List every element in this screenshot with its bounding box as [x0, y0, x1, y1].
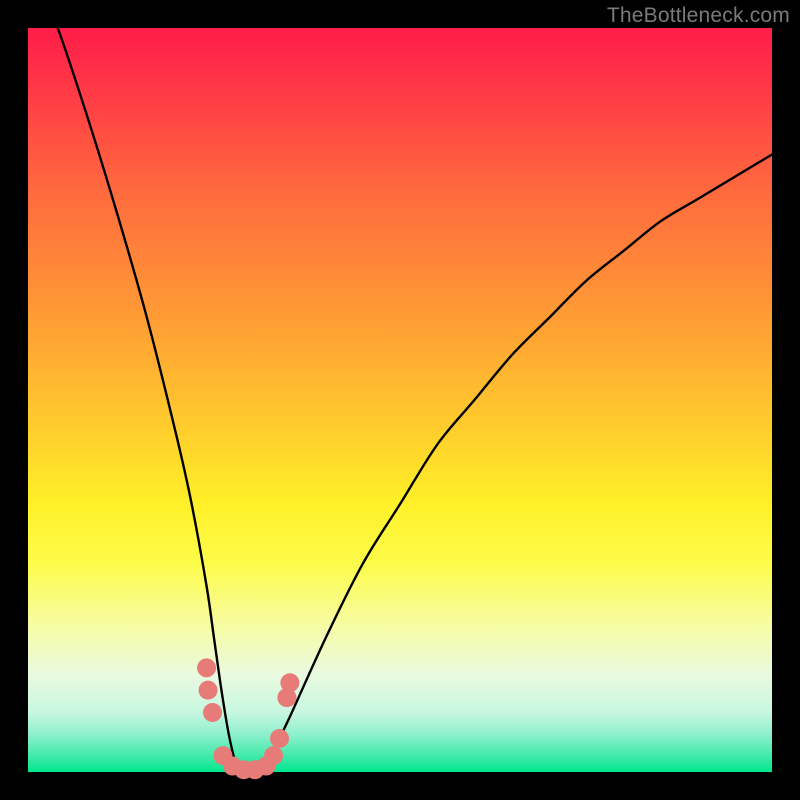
highlight-dot [197, 658, 216, 677]
watermark-text: TheBottleneck.com [607, 4, 790, 28]
bottleneck-curve-svg [28, 28, 772, 772]
highlight-dot [280, 673, 299, 692]
chart-plot-area [28, 28, 772, 772]
highlight-dot [203, 703, 222, 722]
bottleneck-curve [28, 0, 772, 773]
highlight-dot [199, 681, 218, 700]
highlight-dots [197, 658, 299, 779]
highlight-dot [264, 746, 283, 765]
highlight-dot [270, 729, 289, 748]
